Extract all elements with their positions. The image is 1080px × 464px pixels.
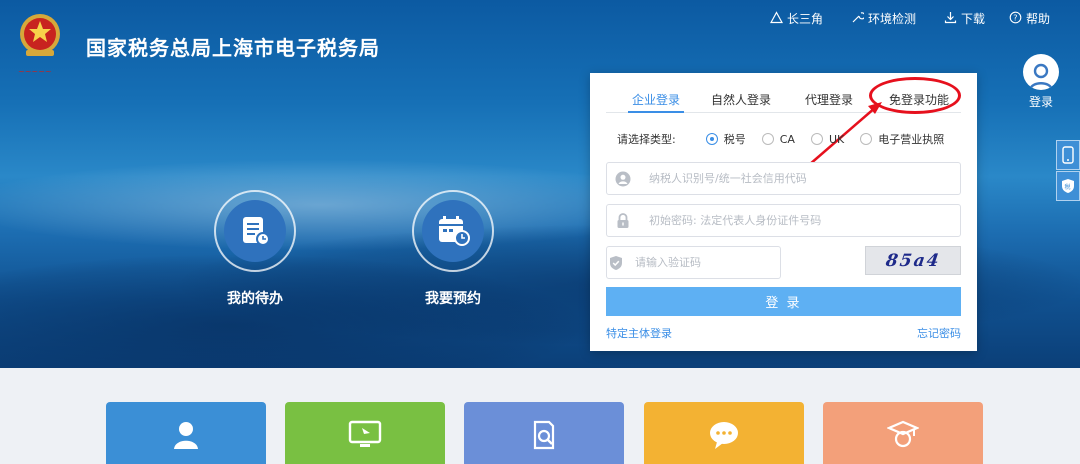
- header-login-label: 登录: [1028, 95, 1053, 109]
- user-circle-icon: [607, 163, 639, 194]
- side-toolbar: 税: [1056, 140, 1080, 202]
- header-login-button[interactable]: 登录: [1022, 54, 1060, 112]
- password-input[interactable]: [639, 214, 960, 227]
- feature-ring: [412, 190, 494, 272]
- nav-item-label: 帮助: [1026, 12, 1051, 26]
- radio-ca[interactable]: CA: [761, 132, 795, 146]
- service-cards: [0, 368, 1080, 464]
- calendar-icon: [422, 200, 484, 262]
- service-card-2[interactable]: [285, 402, 445, 464]
- search-doc-icon: [529, 420, 559, 454]
- radio-uk[interactable]: UK: [810, 132, 845, 146]
- taxid-field[interactable]: [606, 162, 961, 195]
- tax-emblem-logo: ~~~~~: [14, 10, 66, 78]
- taxid-input[interactable]: [639, 172, 960, 185]
- graduate-icon: [886, 420, 920, 454]
- lock-icon: [607, 205, 639, 236]
- radio-dot: [761, 133, 774, 145]
- radio-dot: [860, 133, 873, 145]
- service-card-3[interactable]: [464, 402, 624, 464]
- type-label: 请选择类型:: [617, 133, 676, 146]
- annotation-highlight-ellipse: [869, 77, 961, 114]
- top-nav: 长三角 环境检测 下载 ? 帮助: [769, 10, 1050, 27]
- radio-label: 税号: [723, 133, 746, 146]
- login-submit-button[interactable]: 登 录: [606, 287, 961, 316]
- radio-tax-id[interactable]: 税号: [705, 131, 746, 147]
- user-avatar-icon: [1023, 54, 1059, 90]
- service-card-5[interactable]: [823, 402, 983, 464]
- nav-item-label: 下载: [961, 12, 986, 26]
- password-field[interactable]: [606, 204, 961, 237]
- site-title: 国家税务总局上海市电子税务局: [86, 36, 380, 60]
- login-type-selector: 请选择类型: 税号 CA UK 电子营业执照: [617, 131, 944, 147]
- radio-label: CA: [779, 132, 795, 146]
- radio-dot: [810, 133, 823, 145]
- chat-icon: [708, 420, 740, 454]
- shield-tax-icon[interactable]: 税: [1056, 171, 1080, 201]
- login-panel: 企业登录 自然人登录 代理登录 免登录功能 请选择类型: 税号 CA UK 电子…: [590, 73, 977, 351]
- svg-text:~~~~~: ~~~~~: [18, 67, 52, 76]
- radio-label: 电子营业执照: [878, 133, 945, 146]
- radio-dot: [705, 133, 718, 145]
- triangle-icon: [769, 10, 784, 27]
- feature-make-appointment[interactable]: 我要预约: [403, 190, 503, 308]
- radio-e-business-license[interactable]: 电子营业执照: [860, 131, 944, 147]
- nav-item-label: 长三角: [787, 12, 824, 26]
- captcha-text: 85a4: [884, 250, 942, 271]
- nav-item-label: 环境检测: [868, 12, 917, 26]
- download-icon: [944, 11, 957, 27]
- monitor-icon: [348, 420, 382, 454]
- user-icon: [171, 420, 201, 454]
- tab-individual-login[interactable]: 自然人登录: [711, 91, 771, 113]
- nav-item-yangtze-delta[interactable]: 长三角: [769, 10, 824, 27]
- tab-agent-login[interactable]: 代理登录: [805, 91, 853, 113]
- service-card-4[interactable]: [644, 402, 804, 464]
- service-card-1[interactable]: [106, 402, 266, 464]
- captcha-image[interactable]: 85a4: [865, 246, 961, 275]
- help-icon: ?: [1009, 11, 1022, 27]
- todo-icon: [224, 200, 286, 262]
- mobile-icon[interactable]: [1056, 140, 1080, 170]
- nav-item-help[interactable]: ? 帮助: [1009, 10, 1050, 27]
- nav-item-env-check[interactable]: 环境检测: [851, 10, 916, 27]
- feature-label: 我要预约: [425, 291, 481, 307]
- wrench-icon: [851, 11, 866, 27]
- feature-my-todo[interactable]: 我的待办: [205, 190, 305, 308]
- svg-text:税: 税: [1065, 183, 1071, 191]
- shield-check-icon: [607, 247, 625, 278]
- special-login-link[interactable]: 特定主体登录: [606, 325, 672, 341]
- feature-ring: [214, 190, 296, 272]
- forgot-password-link[interactable]: 忘记密码: [917, 325, 961, 341]
- nav-item-download[interactable]: 下载: [944, 10, 985, 27]
- captcha-input[interactable]: [625, 256, 780, 269]
- radio-label: UK: [828, 132, 845, 146]
- captcha-field[interactable]: [606, 246, 781, 279]
- svg-text:?: ?: [1013, 13, 1017, 22]
- feature-label: 我的待办: [227, 291, 283, 307]
- tab-enterprise-login[interactable]: 企业登录: [628, 91, 684, 113]
